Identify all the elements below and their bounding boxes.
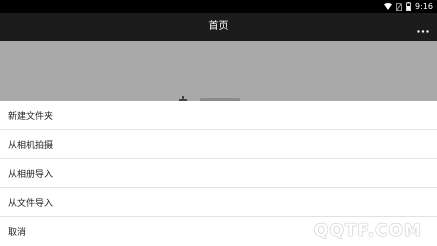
wifi-icon xyxy=(384,3,393,10)
no-sim-icon xyxy=(396,2,402,11)
dimmed-page-content[interactable] xyxy=(0,41,437,104)
app-bar: 首页 xyxy=(0,13,437,41)
status-bar: 9:16 xyxy=(0,0,437,13)
more-dots-icon xyxy=(417,18,429,37)
more-options-button[interactable] xyxy=(415,13,431,41)
status-time: 9:16 xyxy=(415,2,433,11)
site-watermark: QQTF.COM xyxy=(314,221,422,241)
battery-icon xyxy=(406,2,412,11)
plus-icon xyxy=(178,90,188,104)
page-title: 首页 xyxy=(208,21,229,32)
new-folder-option[interactable]: 新建文件夹 xyxy=(0,101,437,130)
camera-capture-option[interactable]: 从相机拍摄 xyxy=(0,130,437,159)
album-import-option[interactable]: 从相册导入 xyxy=(0,159,437,188)
file-import-option[interactable]: 从文件导入 xyxy=(0,188,437,217)
screen: 9:16 首页 新建文件夹 从相机拍摄 从相册导入 从文件导入 取消 QQTF.… xyxy=(0,0,437,246)
